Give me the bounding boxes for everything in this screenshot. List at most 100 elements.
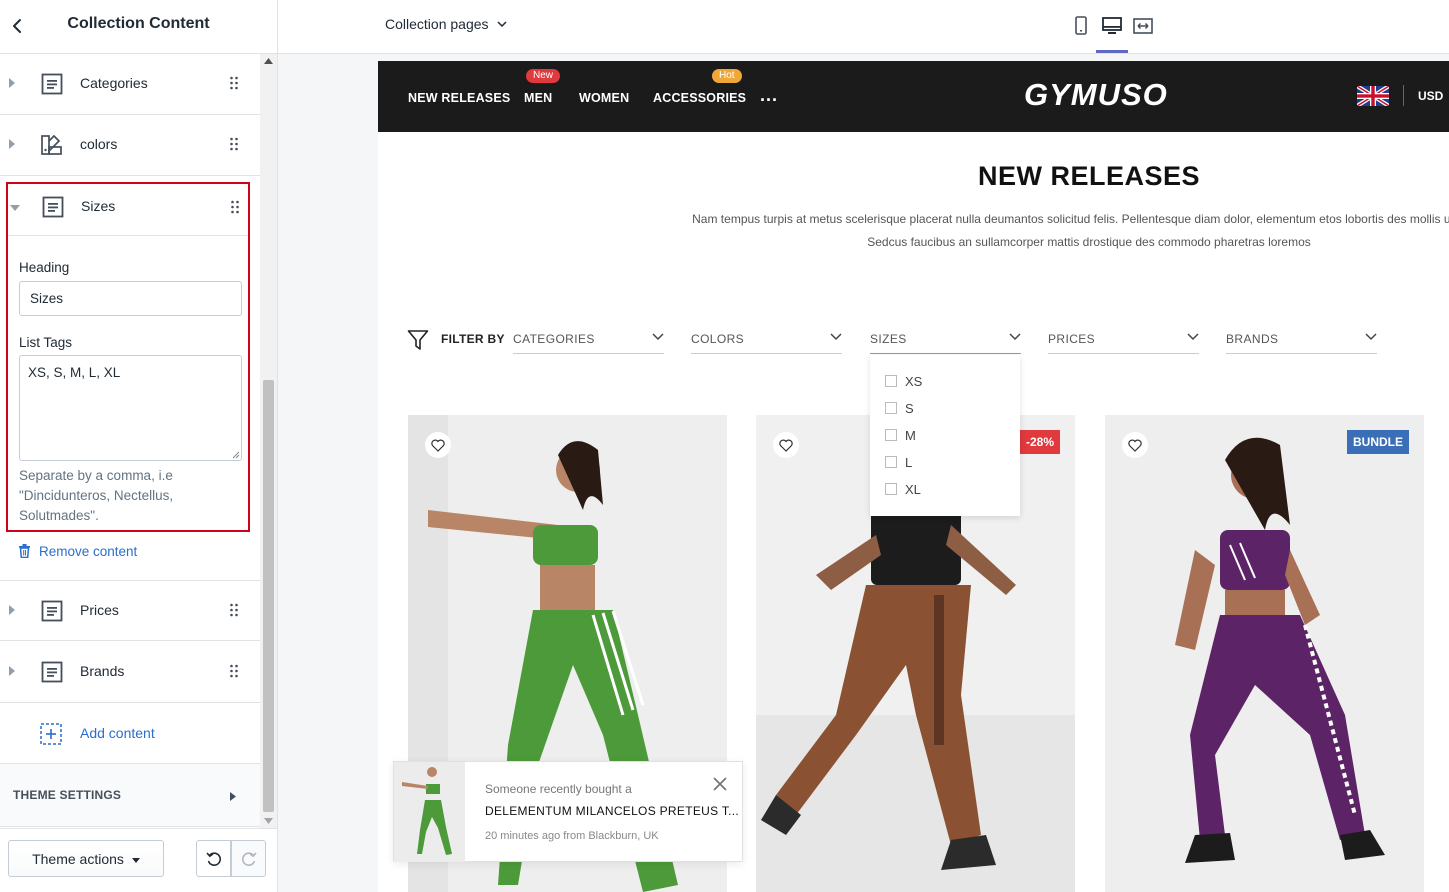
mobile-view-button[interactable] <box>1070 15 1092 37</box>
drag-handle-icon[interactable] <box>229 603 239 617</box>
drag-handle-icon[interactable] <box>229 76 239 90</box>
size-option-label: XL <box>905 481 921 497</box>
filter-prices[interactable]: PRICES <box>1048 323 1199 354</box>
size-option-label: L <box>905 454 913 470</box>
nav-divider <box>1403 85 1404 106</box>
size-option-s[interactable]: S <box>885 400 914 416</box>
drag-handle-icon[interactable] <box>229 137 239 151</box>
block-row-categories[interactable]: Categories <box>0 54 260 115</box>
product-card[interactable]: BUNDLE <box>1105 415 1424 892</box>
add-content-button[interactable]: Add content <box>0 703 260 764</box>
store-logo[interactable]: GYMUSO <box>1024 77 1168 113</box>
close-icon[interactable] <box>712 776 728 792</box>
collection-description-line2: Sedcus faucibus an sullamcorper mattis d… <box>867 235 1311 249</box>
block-row-prices[interactable]: Prices <box>0 580 260 641</box>
add-content-label: Add content <box>80 725 155 741</box>
scroll-down-icon[interactable] <box>264 818 273 824</box>
toast-product-name[interactable]: DELEMENTUM MILANCELOS PRETEUS T... <box>485 804 739 818</box>
size-option-label: S <box>905 400 914 416</box>
undo-button[interactable] <box>196 840 231 877</box>
desktop-view-button[interactable] <box>1101 15 1123 37</box>
filter-categories[interactable]: CATEGORIES <box>513 323 664 354</box>
nav-badge-hot: Hot <box>712 69 742 83</box>
block-row-brands[interactable]: Brands <box>0 642 260 703</box>
checkbox[interactable] <box>885 456 897 468</box>
caret-right-icon[interactable] <box>8 605 16 615</box>
currency-selector[interactable]: USD <box>1418 89 1443 103</box>
size-option-xl[interactable]: XL <box>885 481 921 497</box>
checkbox[interactable] <box>885 429 897 441</box>
wishlist-button[interactable] <box>425 432 451 458</box>
drag-handle-icon[interactable] <box>229 664 239 678</box>
list-tags-textarea[interactable]: XS, S, M, L, XL <box>19 355 242 461</box>
product-image <box>1105 415 1424 892</box>
filter-label: COLORS <box>691 332 745 346</box>
sizes-dropdown-panel: XS S M L XL <box>870 355 1020 516</box>
preview-topbar: Collection pages <box>278 0 1449 54</box>
bundle-badge: BUNDLE <box>1347 430 1409 454</box>
size-option-label: XS <box>905 373 923 389</box>
text-block-icon <box>42 196 64 218</box>
toast-meta: 20 minutes ago from Blackburn, UK <box>485 830 659 842</box>
nav-women[interactable]: WOMEN <box>579 91 629 105</box>
filter-icon <box>407 330 429 350</box>
trash-icon <box>19 544 30 558</box>
store-preview: NEW RELEASES MEN New WOMEN ACCESSORIES H… <box>378 61 1449 892</box>
size-option-m[interactable]: M <box>885 427 916 443</box>
remove-content-button[interactable]: Remove content <box>18 541 137 561</box>
scroll-up-icon[interactable] <box>264 58 273 64</box>
fullwidth-view-button[interactable] <box>1132 15 1154 37</box>
remove-content-label: Remove content <box>39 543 138 559</box>
caret-right-icon[interactable] <box>8 139 16 149</box>
chevron-down-icon <box>652 333 664 341</box>
desktop-icon <box>1102 17 1122 34</box>
text-block-icon <box>41 600 63 622</box>
filter-label: SIZES <box>870 332 907 346</box>
uk-flag-icon[interactable] <box>1357 86 1389 106</box>
block-label: Prices <box>80 602 119 618</box>
checkbox[interactable] <box>885 375 897 387</box>
block-row-sizes[interactable]: Sizes <box>8 184 248 236</box>
chevron-down-icon <box>1009 333 1021 341</box>
theme-settings-row[interactable]: THEME SETTINGS <box>0 764 260 827</box>
theme-settings-label: THEME SETTINGS <box>13 788 122 802</box>
caret-right-icon[interactable] <box>8 78 16 88</box>
nav-men[interactable]: MEN <box>524 91 552 105</box>
theme-actions-button[interactable]: Theme actions <box>8 840 164 877</box>
heading-label: Heading <box>19 260 70 275</box>
recent-purchase-popup[interactable]: Someone recently bought a DELEMENTUM MIL… <box>393 761 743 862</box>
sidebar-scrollbar[interactable] <box>260 54 277 828</box>
scrollbar-thumb[interactable] <box>263 380 274 812</box>
filter-brands[interactable]: BRANDS <box>1226 323 1377 354</box>
nav-accessories[interactable]: ACCESSORIES <box>653 91 746 105</box>
chevron-down-icon <box>496 21 507 27</box>
redo-button[interactable] <box>231 840 266 877</box>
block-label: Categories <box>80 75 148 91</box>
mobile-icon <box>1075 16 1087 35</box>
filter-sizes[interactable]: SIZES <box>870 323 1021 354</box>
nav-new-releases[interactable]: NEW RELEASES <box>408 91 510 105</box>
color-swatch-icon <box>41 134 62 155</box>
resize-handle-icon[interactable] <box>232 451 240 459</box>
block-label: Brands <box>80 663 125 679</box>
wishlist-button[interactable] <box>773 432 799 458</box>
filter-colors[interactable]: COLORS <box>691 323 842 354</box>
nav-more[interactable]: ... <box>760 85 778 106</box>
chevron-down-icon <box>830 333 842 341</box>
caret-right-icon[interactable] <box>8 666 16 676</box>
block-row-colors[interactable]: colors <box>0 115 260 176</box>
filter-label: BRANDS <box>1226 332 1279 346</box>
caret-down-icon[interactable] <box>10 204 20 212</box>
chevron-down-icon <box>1187 333 1199 341</box>
block-sizes-expanded: Sizes Heading Sizes List Tags XS, S, M, … <box>6 182 250 532</box>
wishlist-button[interactable] <box>1122 432 1148 458</box>
redo-icon <box>241 851 257 866</box>
heading-input[interactable]: Sizes <box>19 281 242 316</box>
block-label: colors <box>80 136 118 152</box>
checkbox[interactable] <box>885 483 897 495</box>
drag-handle-icon[interactable] <box>230 200 240 214</box>
size-option-xs[interactable]: XS <box>885 373 922 389</box>
size-option-l[interactable]: L <box>885 454 912 470</box>
checkbox[interactable] <box>885 402 897 414</box>
page-select-dropdown[interactable]: Collection pages <box>385 16 507 32</box>
